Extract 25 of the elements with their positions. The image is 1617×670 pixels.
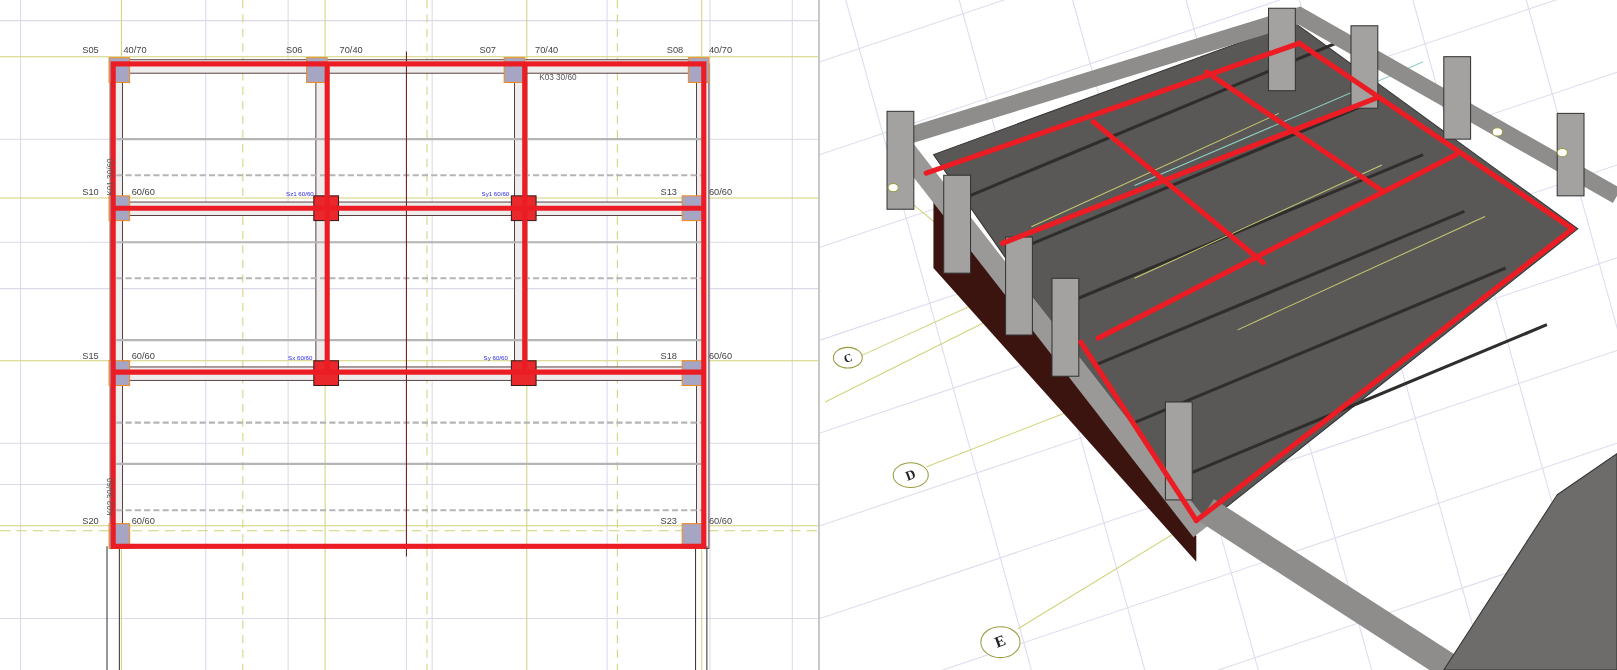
column-label: S18 bbox=[660, 350, 678, 361]
column-label: S15 bbox=[82, 350, 99, 361]
section-label: 60/60 bbox=[131, 515, 155, 526]
column-label: S10 bbox=[82, 186, 99, 197]
column-label: S23 bbox=[660, 515, 678, 526]
axis-bubble: D bbox=[892, 462, 929, 489]
column-label: S06 bbox=[286, 44, 303, 55]
column-label: S08 bbox=[666, 44, 684, 55]
section-label: 70/40 bbox=[535, 44, 559, 55]
column-label: S07 bbox=[479, 44, 496, 55]
section-label: 60/60 bbox=[708, 186, 733, 197]
section-label: 60/60 bbox=[708, 515, 733, 526]
column-label: S20 bbox=[82, 515, 99, 526]
section-label: 40/70 bbox=[708, 44, 733, 55]
axis-marker-icon bbox=[887, 182, 899, 193]
axis-bubble: C bbox=[832, 346, 863, 369]
section-label: 70/40 bbox=[339, 44, 363, 55]
section-label: 60/60 bbox=[131, 350, 155, 361]
axis-bubble: E bbox=[980, 626, 1021, 659]
beam-label: K03 30/60 bbox=[539, 73, 577, 83]
section-label: 60/60 bbox=[708, 350, 733, 361]
section-label: 40/70 bbox=[123, 44, 147, 55]
column-label: S13 bbox=[660, 186, 678, 197]
column-label: S05 bbox=[82, 44, 99, 55]
section-label: 60/60 bbox=[131, 186, 155, 197]
